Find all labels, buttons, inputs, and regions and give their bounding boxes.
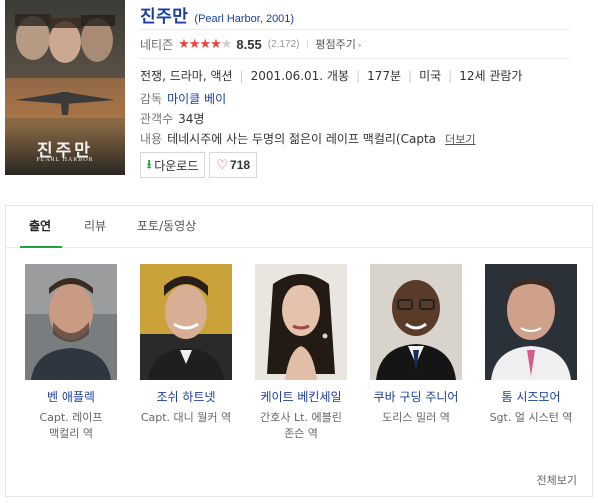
actor-role: 도리스 밀러 역 (382, 411, 450, 424)
cast-item[interactable]: 톰 시즈모어 Sgt. 얼 시스턴 역 (481, 264, 581, 426)
actor-photo[interactable] (25, 264, 117, 380)
movie-meta: 전쟁, 드라마, 액션 | 2001.06.01. 개봉 | 177분 | 미국… (140, 68, 523, 84)
cast-section: 출연 리뷰 포토/동영상 벤 애플렉 Capt. 레이프 맥컬리 역 조쉬 하트… (5, 205, 593, 497)
vote-count: (2,172) (267, 38, 300, 50)
release-date: 2001.06.01. 개봉 (250, 69, 350, 83)
more-link[interactable]: 더보기 (445, 131, 475, 147)
movie-subtitle: (Pearl Harbor, 2001) (194, 13, 295, 25)
actor-role: Sgt. 얼 시스턴 역 (489, 411, 573, 424)
actor-name[interactable]: 톰 시즈모어 (481, 388, 581, 405)
tab-review[interactable]: 리뷰 (84, 217, 106, 234)
see-all-link[interactable]: 전체보기 (537, 472, 577, 488)
star-filled-icon: ★ (210, 36, 222, 52)
like-count: 718 (230, 158, 251, 172)
chevron-right-icon: › (357, 41, 362, 51)
summary-row: 내용 테네시주에 사는 두명의 젊은이 레이프 맥컬리(Captain Rafe… (140, 130, 475, 147)
cast-item[interactable]: 벤 애플렉 Capt. 레이프 맥컬리 역 (21, 264, 121, 442)
director-label: 감독 (140, 92, 163, 106)
summary-text: 테네시주에 사는 두명의 젊은이 레이프 맥컬리(Captain Rafe Mc… (167, 132, 437, 146)
actor-photo[interactable] (485, 264, 577, 380)
age-rating: 12세 관람가 (459, 69, 523, 83)
actor-photo[interactable] (255, 264, 347, 380)
audience-count: 34명 (178, 112, 205, 126)
download-label: 다운로드 (154, 158, 199, 173)
movie-title[interactable]: 진주만 (140, 2, 188, 27)
actor-name[interactable]: 쿠바 구딩 주니어 (366, 388, 466, 405)
divider (307, 39, 309, 49)
tab-photo-video[interactable]: 포토/동영상 (137, 217, 196, 234)
movie-info: 진주만 (Pearl Harbor, 2001) 네티즌 ★★★★★ 8.55 … (140, 0, 590, 178)
star-rating: ★★★★★ (178, 36, 233, 52)
star-filled-icon: ★ (178, 36, 190, 52)
actor-role: Capt. 대니 월커 역 (140, 411, 232, 424)
rating-label: 네티즌 (140, 37, 174, 52)
director-row: 감독 마이클 베이 (140, 90, 226, 107)
star-empty-icon: ★ (220, 36, 233, 52)
actor-role: Capt. 레이프 맥컬리 역 (39, 411, 103, 440)
poster-subtitle: PEARL HARBOR (36, 157, 94, 163)
cast-item[interactable]: 쿠바 구딩 주니어 도리스 밀러 역 (366, 264, 466, 426)
actor-photo[interactable] (370, 264, 462, 380)
star-filled-icon: ★ (199, 36, 211, 52)
summary-label: 내용 (140, 132, 163, 146)
rating-row: 네티즌 ★★★★★ 8.55 (2,172) 평점주기 › (140, 34, 362, 54)
audience-row: 관객수 34명 (140, 110, 204, 127)
download-button[interactable]: ⭳ 다운로드 (140, 152, 206, 178)
cast-item[interactable]: 케이트 베킨세일 간호사 Lt. 에블린 존슨 역 (251, 264, 351, 442)
divider (140, 29, 570, 30)
country: 미국 (419, 69, 442, 83)
rating-score: 8.55 (236, 36, 262, 52)
actor-role: 간호사 Lt. 에블린 존슨 역 (260, 411, 342, 440)
actor-name[interactable]: 벤 애플렉 (21, 388, 121, 405)
action-buttons: ⭳ 다운로드 ♡ 718 (140, 152, 258, 178)
actor-name[interactable]: 케이트 베킨세일 (251, 388, 351, 405)
download-icon: ⭳ (147, 156, 152, 171)
heart-icon: ♡ (216, 157, 229, 173)
star-filled-icon: ★ (188, 36, 201, 52)
actor-photo[interactable] (140, 264, 232, 380)
divider (140, 58, 570, 59)
genre: 전쟁, 드라마, 액션 (140, 69, 233, 83)
audience-label: 관객수 (140, 112, 174, 126)
cast-item[interactable]: 조쉬 하트넷 Capt. 대니 월커 역 (136, 264, 236, 426)
runtime: 177분 (367, 69, 402, 83)
movie-poster[interactable]: 진주만 PEARL HARBOR (5, 0, 125, 175)
like-button[interactable]: ♡ 718 (209, 152, 258, 178)
director-link[interactable]: 마이클 베이 (167, 90, 226, 107)
tab-cast[interactable]: 출연 (29, 217, 51, 234)
tab-bar: 출연 리뷰 포토/동영상 (6, 206, 592, 248)
active-tab-indicator (20, 246, 62, 248)
actor-name[interactable]: 조쉬 하트넷 (136, 388, 236, 405)
rate-button[interactable]: 평점주기 › (315, 36, 361, 52)
rate-button-label: 평점주기 (315, 38, 356, 51)
